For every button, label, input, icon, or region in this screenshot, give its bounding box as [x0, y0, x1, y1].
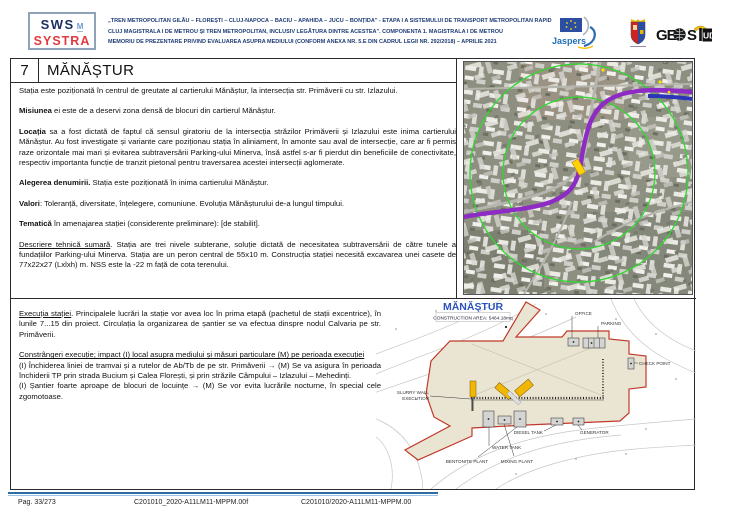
diesel-tank-label: DIESEL TANK — [514, 430, 544, 435]
cluj-coat-of-arms-icon — [629, 18, 647, 48]
page-frame: 7 MĂNĂȘTUR Stația este poziționată în ce… — [10, 58, 695, 490]
geostud-ud: UD — [703, 31, 712, 41]
diagram-title: MĂNĂȘTUR — [443, 300, 503, 313]
parking-label: PARKING — [601, 321, 622, 326]
page-number: Pag. 33/273 — [18, 499, 56, 506]
mixing-plant-label: MIXING PLANT — [501, 459, 534, 464]
paragraph: Tematică în amenajarea stației (consider… — [19, 219, 456, 229]
satellite-location-map — [463, 61, 693, 295]
construction-site-plan: MĂNĂȘTUR CONSTRUCTION AREA: 5464.18mq OF… — [376, 299, 696, 489]
station-name-title: MĂNĂȘTUR — [39, 59, 456, 83]
jaspers-swoosh-icon — [583, 17, 588, 35]
header-line-2: CLUJ MAGISTRALA I DE METROU ȘI TREN METR… — [108, 27, 548, 38]
footer-rule — [8, 492, 438, 496]
execution-text: Execuția stației. Principalele lucrări l… — [19, 309, 381, 412]
document-code-1: C201010_2020-A11LM11-MPPM.00f — [134, 499, 248, 506]
paragraph: Misiunea ei este de a deservi zona densă… — [19, 106, 456, 116]
sws-m-icon: M — [77, 22, 84, 32]
geostud-logo: GE S UD — [656, 24, 712, 44]
bentonite-plant-label: BENTONITE PLANT — [446, 459, 488, 464]
diagram-subtitle: CONSTRUCTION AREA: 5464.18mq — [433, 316, 513, 322]
check-point-label: CHECK POINT — [639, 361, 671, 366]
jaspers-label: Jaspers — [552, 36, 586, 46]
header-line-1: „TREN METROPOLITAN GILĂU – FLOREȘTI – CL… — [108, 16, 548, 27]
water-tank-label: WATER TANK — [492, 445, 522, 450]
paragraph: Alegerea denumirii. Stația este pozițion… — [19, 178, 456, 188]
slurry-wall-label-2: EXECUTION — [402, 396, 429, 401]
paragraph: Constrângeri execuție; impact (I) local … — [19, 350, 381, 402]
sws-logo-top: SWSM — [30, 16, 94, 34]
header-line-3: MEMORIU DE PREZENTARE PRIVIND EVALUAREA … — [108, 37, 548, 48]
slurry-wall-label-1: SLURRY WALL — [397, 390, 430, 395]
document-code-2: C201010/2020-A11LM11-MPPM.00 — [301, 499, 411, 506]
paragraph: Execuția stației. Principalele lucrări l… — [19, 309, 381, 340]
sws-logo-bottom: SYSTRA — [30, 34, 94, 49]
column-divider — [456, 59, 457, 298]
office-label: OFFICE — [575, 311, 592, 316]
paragraph: Descriere tehnică sumară. Stația are tre… — [19, 240, 456, 271]
paragraph: Valori: Toleranță, diversitate, înțelege… — [19, 199, 456, 209]
document-header-title: „TREN METROPOLITAN GILĂU – FLOREȘTI – CL… — [108, 16, 548, 48]
description-text: Stația este poziționată în centrul de gr… — [19, 86, 456, 281]
sws-systra-logo: SWSM SYSTRA — [28, 12, 96, 50]
jaspers-eu-logo: Jaspers — [550, 15, 604, 51]
paragraph: Locația sa a fost dictată de faptul că s… — [19, 127, 456, 169]
station-number: 7 — [11, 59, 39, 83]
generator-label: GENERATOR — [580, 430, 609, 435]
paragraph: Stația este poziționată în centrul de gr… — [19, 86, 456, 96]
